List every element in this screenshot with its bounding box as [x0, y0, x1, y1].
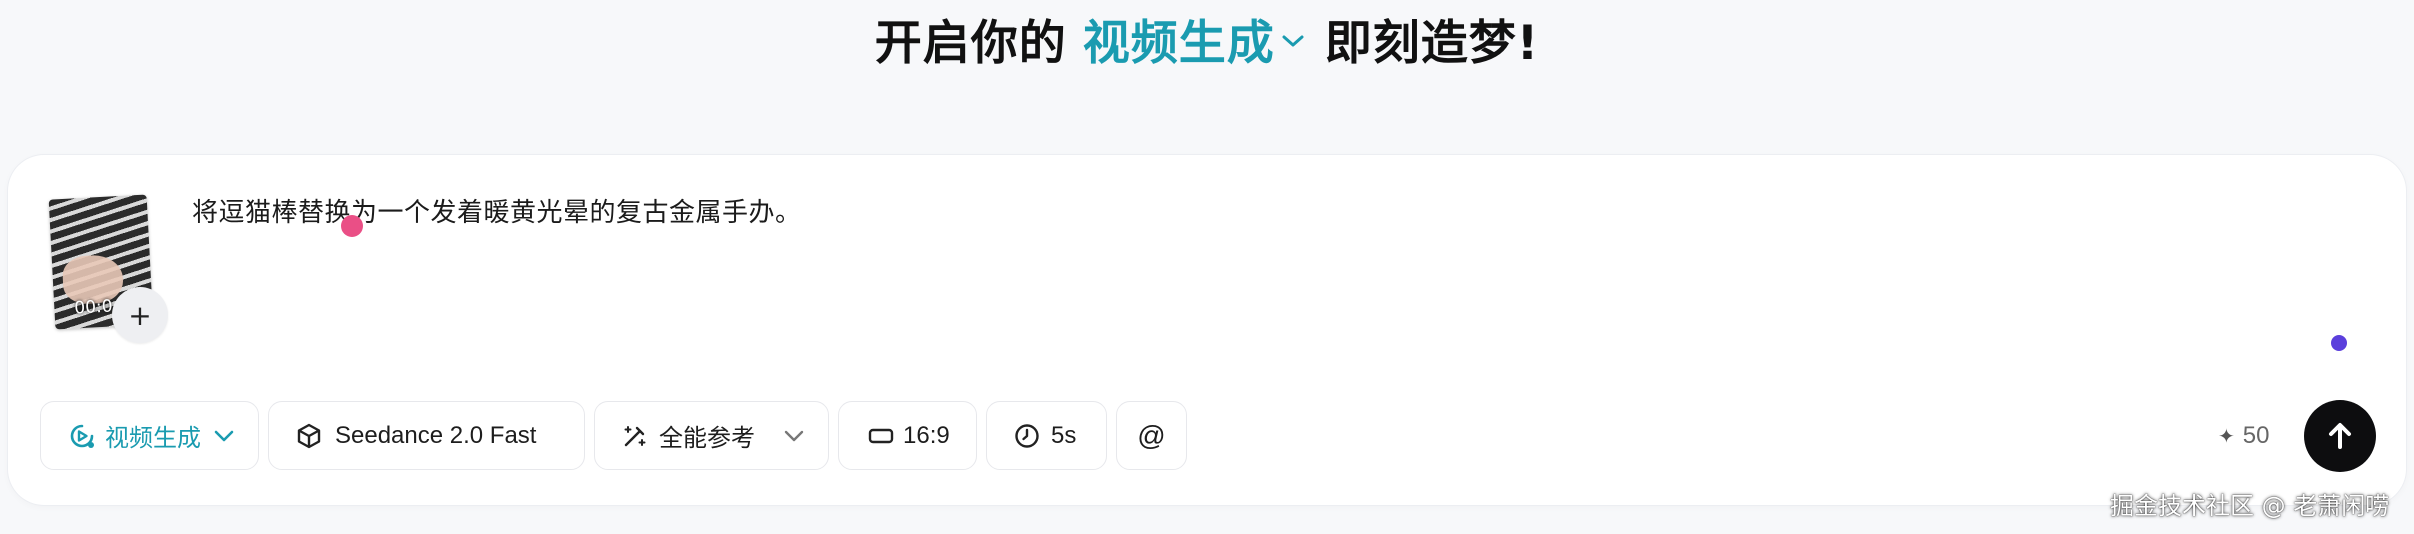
- headline-prefix: 开启你的: [874, 15, 1067, 71]
- chevron-down-icon: [784, 430, 804, 441]
- arrow-up-icon: [2329, 423, 2351, 449]
- chevron-down-icon: [214, 430, 234, 441]
- mention-button[interactable]: @: [1116, 401, 1187, 470]
- reference-dropdown-label: 全能参考: [659, 425, 755, 452]
- add-media-button[interactable]: +: [112, 287, 168, 343]
- model-selector[interactable]: Seedance 2.0 Fast: [268, 401, 585, 470]
- sparkle-icon: ✦: [2218, 425, 2235, 448]
- watermark: 掘金技术社区 @ 老萧闲唠: [2110, 492, 2390, 520]
- reference-dropdown[interactable]: 全能参考: [594, 401, 829, 470]
- cursor-marker-dot: [341, 215, 363, 237]
- magic-wand-icon: [624, 425, 646, 446]
- credits-counter: ✦ 50: [2218, 418, 2269, 454]
- plus-icon: +: [128, 298, 152, 332]
- aspect-ratio-selector[interactable]: 16:9: [838, 401, 977, 470]
- aspect-ratio-icon: [868, 428, 894, 443]
- duration-label: 5s: [1051, 421, 1077, 449]
- video-play-icon: [70, 424, 94, 448]
- mode-dropdown-label: 视频生成: [105, 425, 201, 452]
- aspect-ratio-label: 16:9: [903, 421, 950, 449]
- credits-value: 50: [2242, 422, 2270, 449]
- thumbnail-timestamp: 00:0: [73, 296, 114, 319]
- duration-selector[interactable]: 5s: [986, 401, 1107, 470]
- status-dot: [2331, 335, 2347, 351]
- headline-mode-label: 视频生成: [1082, 15, 1275, 71]
- send-button[interactable]: [2304, 400, 2376, 472]
- chevron-down-icon: [1282, 35, 1304, 47]
- prompt-input[interactable]: 将逗猫棒替换为一个发着暖黄光晕的复古金属手办。: [192, 192, 802, 229]
- cube-icon: [297, 423, 321, 448]
- headline-mode-selector[interactable]: 视频生成: [1083, 4, 1305, 73]
- page-headline: 开启你的 视频生成 即刻造梦!: [0, 0, 2414, 76]
- clock-icon: [1015, 423, 1039, 448]
- headline-suffix: 即刻造梦!: [1324, 15, 1540, 71]
- mode-dropdown[interactable]: 视频生成: [40, 401, 259, 470]
- at-icon: @: [1137, 419, 1166, 451]
- model-selector-label: Seedance 2.0 Fast: [335, 421, 537, 449]
